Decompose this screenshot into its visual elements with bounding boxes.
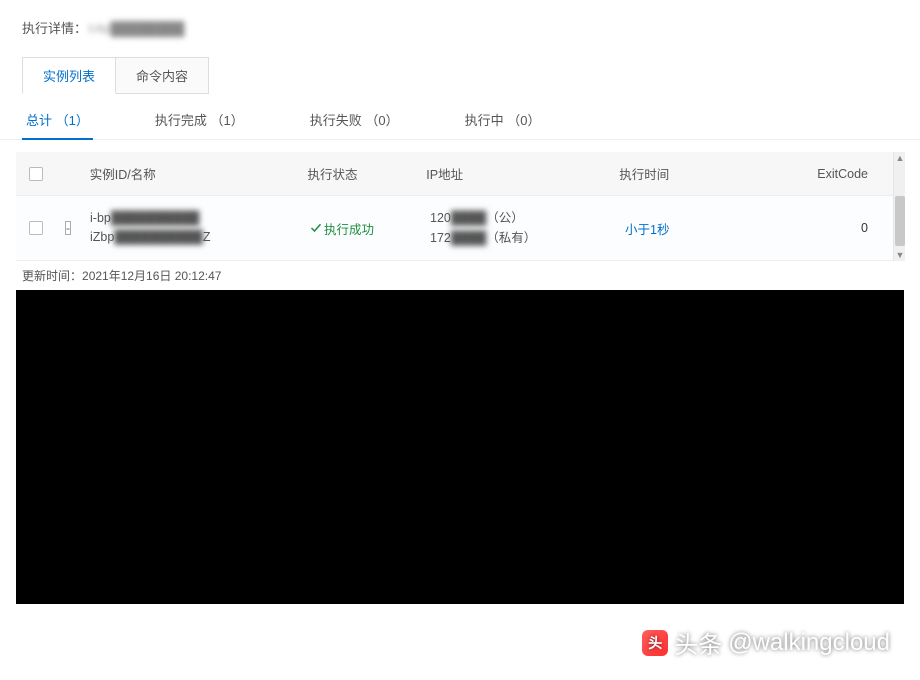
th-instance: 实例ID/名称 [80, 152, 298, 195]
update-timestamp: 更新时间：2021年12月16日 20:12:47 [0, 261, 920, 288]
th-ip: IP地址 [416, 152, 609, 195]
table-scrollbar[interactable]: ▲ ▼ [893, 152, 905, 261]
tab-instances[interactable]: 实例列表 [22, 57, 116, 94]
instances-table: 实例ID/名称 执行状态 IP地址 执行时间 ExitCode - i-bp██… [16, 152, 904, 261]
table-head: 实例ID/名称 执行状态 IP地址 执行时间 ExitCode [16, 152, 904, 196]
filter-tab-completed[interactable]: 执行完成 （1） [151, 110, 248, 139]
toutiao-logo-icon: 头 [642, 630, 668, 656]
th-time: 执行时间 [609, 152, 807, 195]
filter-tab-failed[interactable]: 执行失败 （0） [306, 110, 403, 139]
table-row: - i-bp██████████ iZbp██████████Z 执行成功 12… [16, 196, 904, 261]
console-output [16, 290, 904, 604]
status-cell: 执行成功 [300, 207, 420, 250]
filter-tab-bar: 总计 （1） 执行完成 （1） 执行失败 （0） 执行中 （0） [0, 94, 920, 140]
task-id: t-hz████████ [89, 21, 184, 36]
exitcode-cell: 0 [815, 209, 904, 247]
success-check-icon [310, 222, 322, 234]
th-exitcode: ExitCode [807, 155, 904, 193]
header-title-label: 执行详情： [22, 21, 87, 36]
main-tab-bar: 实例列表 命令内容 [0, 57, 920, 94]
filter-tab-total[interactable]: 总计 （1） [22, 110, 93, 139]
expand-row-button[interactable]: - [65, 221, 71, 235]
page-header: 执行详情：t-hz████████ [0, 0, 920, 57]
time-cell: 小于1秒 [615, 207, 815, 250]
select-all-checkbox[interactable] [29, 167, 43, 181]
filter-tab-running[interactable]: 执行中 （0） [461, 110, 545, 139]
ip-cell: 120████（公） 172████（私有） [420, 196, 615, 260]
row-checkbox[interactable] [29, 221, 43, 235]
watermark: 头 头条 @walkingcloud [642, 625, 890, 660]
duration-link[interactable]: 小于1秒 [625, 223, 669, 237]
scroll-thumb[interactable] [895, 196, 905, 246]
scroll-up-icon[interactable]: ▲ [894, 152, 906, 164]
th-status: 执行状态 [297, 152, 416, 195]
instance-id-cell: i-bp██████████ iZbp██████████Z [80, 197, 300, 259]
scroll-down-icon[interactable]: ▼ [894, 249, 906, 261]
tab-command-content[interactable]: 命令内容 [116, 57, 209, 94]
